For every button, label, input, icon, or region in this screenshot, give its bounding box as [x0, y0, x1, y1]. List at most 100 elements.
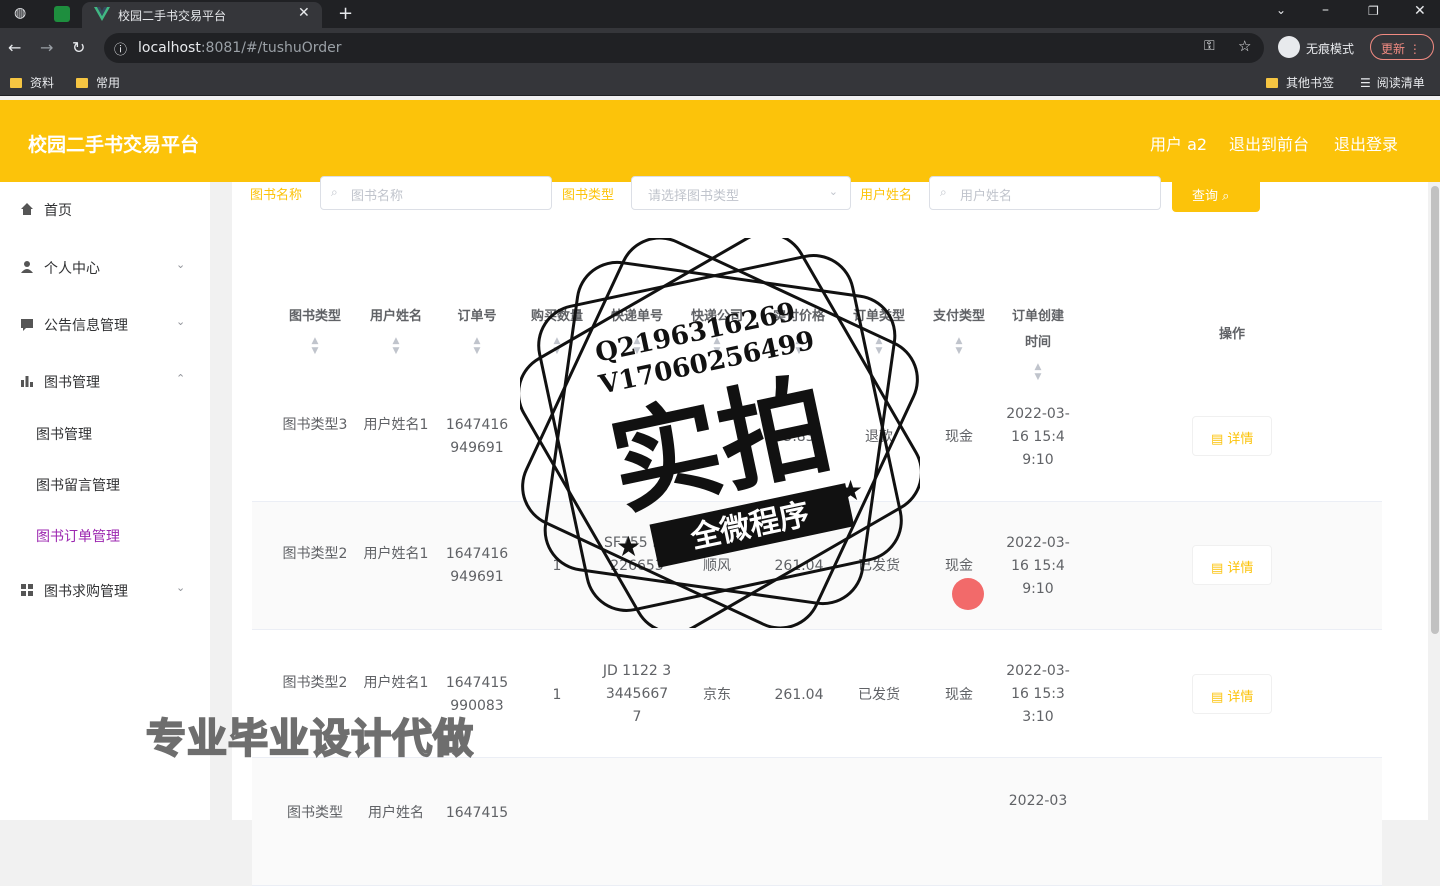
cell-order-no: 1647416949691 — [445, 417, 509, 456]
reload-icon[interactable]: ↻ — [72, 38, 85, 57]
user-name-link[interactable]: 用户 a2 — [1150, 131, 1207, 155]
star-icon: ★ — [616, 530, 641, 563]
th-book-type[interactable]: 图书类型 ▲ ▼ — [280, 304, 350, 356]
cell-book-type: 图书类型2 — [282, 546, 348, 562]
sidebar-item-personal[interactable]: 个人中心 ⌄ — [0, 248, 210, 288]
placeholder: 用户姓名 — [960, 189, 1013, 204]
chevron-down-icon: ⌄ — [176, 315, 186, 328]
folder-icon — [76, 78, 88, 88]
sidebar-item-label: 首页 — [44, 203, 72, 219]
update-button[interactable]: 更新 ⋮ — [1370, 34, 1434, 60]
browser-tab[interactable]: 校园二手书交易平台 ✕ — [82, 2, 322, 28]
reading-list-icon: ☰ — [1360, 76, 1371, 90]
address-bar[interactable]: ⓘ localhost:8081/#/tushuOrder ⚿ ☆ — [104, 33, 1264, 63]
chevron-down-icon: ⌄ — [176, 258, 186, 271]
forward-icon[interactable]: → — [40, 38, 53, 57]
cell-user: 用户姓名1 — [363, 675, 429, 691]
th-order-no[interactable]: 订单号 ▲ ▼ — [442, 304, 512, 356]
grid-icon — [21, 584, 33, 596]
detail-button[interactable]: ▤ 详情 — [1192, 674, 1272, 714]
globe-icon[interactable]: ◍ — [14, 5, 26, 21]
user-name-label: 用户姓名 — [860, 188, 913, 203]
sidebar-item-label: 图书求购管理 — [44, 584, 128, 600]
cell-order-type: 已发货 — [858, 687, 900, 703]
bookmark-folder-1[interactable]: 常用 — [76, 74, 120, 91]
placeholder: 请选择图书类型 — [648, 189, 740, 204]
browser-tab-bar: ◍ 校园二手书交易平台 ✕ + ⌄ – ❐ ✕ — [0, 0, 1440, 28]
bookmarks-bar: 资料 常用 其他书签 ☰ 阅读清单 — [0, 68, 1440, 96]
other-bookmarks[interactable]: 其他书签 — [1266, 74, 1334, 91]
star-icon[interactable]: ☆ — [1238, 37, 1251, 55]
bookmark-folder-0[interactable]: 资料 — [10, 74, 54, 91]
cell-user: 用户姓名 — [368, 805, 424, 821]
folder-icon — [10, 78, 22, 88]
key-icon[interactable]: ⚿ — [1204, 38, 1215, 54]
sidebar-item-notice[interactable]: 公告信息管理 ⌄ — [0, 305, 210, 345]
tab-close-icon[interactable]: ✕ — [298, 5, 310, 21]
cell-pay: 现金 — [945, 558, 973, 574]
cell-pay: 现金 — [945, 687, 973, 703]
stamp-watermark: Q2196316269 V17060256499 实拍 全微程序 ★ ★ — [520, 238, 920, 628]
restore-icon[interactable]: ❐ — [1368, 4, 1379, 18]
placeholder: 图书名称 — [351, 189, 404, 204]
th-create-time[interactable]: 订单创建时间 ▲ ▼ — [1006, 304, 1070, 382]
logout-link[interactable]: 退出登录 — [1334, 131, 1398, 155]
book-name-label: 图书名称 — [250, 188, 303, 203]
sidebar-item-home[interactable]: 首页 — [0, 190, 210, 230]
cell-time: 2022-03 — [1008, 793, 1068, 809]
scrollbar-thumb[interactable] — [1431, 186, 1439, 634]
sidebar-subitem-book-orders[interactable]: 图书订单管理 — [0, 516, 210, 556]
exit-to-front-link[interactable]: 退出到前台 — [1229, 131, 1309, 155]
sidebar-subitem-label: 图书留言管理 — [36, 478, 120, 494]
tab-search-icon[interactable]: ⌄ — [1276, 3, 1286, 17]
new-tab-icon[interactable]: + — [338, 3, 353, 24]
incognito-indicator[interactable]: 无痕模式 — [1278, 35, 1364, 61]
th-actions: 操作 — [1218, 327, 1245, 342]
sidebar-subitem-label: 图书管理 — [36, 427, 92, 443]
app-title: 校园二手书交易平台 — [28, 134, 200, 156]
search-button[interactable]: 查询 ⌕ — [1172, 176, 1260, 212]
sidebar-item-label: 个人中心 — [44, 261, 100, 277]
cell-time: 2022-03-16 15:49:10 — [1006, 406, 1070, 468]
book-type-select[interactable]: 请选择图书类型 ⌄ — [631, 176, 851, 210]
sidebar-subitem-label: 图书订单管理 — [36, 529, 120, 545]
app-header: 校园二手书交易平台 用户 a2 退出到前台 退出登录 — [0, 100, 1440, 182]
url-text: localhost:8081/#/tushuOrder — [138, 40, 342, 56]
sheets-icon[interactable] — [54, 6, 70, 22]
sidebar-item-books[interactable]: 图书管理 ⌃ — [0, 362, 210, 402]
user-name-input[interactable]: ⌕ 用户姓名 — [929, 176, 1161, 210]
watermark-text: 专业毕业设计代做 — [145, 715, 474, 763]
cursor-highlight — [952, 578, 984, 610]
table-row: 图书类型 用户姓名 1647415 2022-03 — [252, 758, 1382, 886]
window-close-icon[interactable]: ✕ — [1414, 3, 1426, 19]
back-icon[interactable]: ← — [8, 38, 21, 57]
user-icon — [21, 261, 33, 273]
chart-icon — [21, 376, 33, 387]
incognito-label: 无痕模式 — [1306, 42, 1355, 56]
tab-title: 校园二手书交易平台 — [118, 9, 227, 23]
info-icon[interactable]: ⓘ — [114, 39, 127, 58]
minimize-icon[interactable]: – — [1322, 2, 1329, 18]
search-icon: ⌕ — [940, 185, 947, 199]
cell-order-no: 1647416949691 — [445, 546, 509, 585]
reading-list[interactable]: ☰ 阅读清单 — [1360, 74, 1425, 91]
detail-button[interactable]: ▤ 详情 — [1192, 545, 1272, 585]
sidebar-subitem-book-manage[interactable]: 图书管理 — [0, 414, 210, 454]
detail-button[interactable]: ▤ 详情 — [1192, 416, 1272, 456]
sidebar-item-purchase[interactable]: 图书求购管理 ⌄ — [0, 571, 210, 611]
search-icon: ⌕ — [331, 185, 338, 199]
chevron-down-icon: ⌄ — [828, 185, 838, 198]
cell-user: 用户姓名1 — [363, 417, 429, 433]
book-type-label: 图书类型 — [562, 188, 615, 203]
th-pay-type[interactable]: 支付类型 ▲ ▼ — [924, 304, 994, 356]
th-user-name[interactable]: 用户姓名 ▲ ▼ — [361, 304, 431, 356]
cell-book-type: 图书类型 — [287, 805, 343, 821]
cell-price: 261.04 — [774, 687, 824, 703]
cell-time: 2022-03-16 15:33:10 — [1006, 663, 1070, 725]
sidebar-subitem-book-comments[interactable]: 图书留言管理 — [0, 465, 210, 505]
cell-pay: 现金 — [945, 429, 973, 445]
cell-company: 京东 — [703, 687, 731, 703]
vue-logo-icon — [94, 7, 110, 21]
book-name-input[interactable]: ⌕ 图书名称 — [320, 176, 552, 210]
cell-user: 用户姓名1 — [363, 546, 429, 562]
